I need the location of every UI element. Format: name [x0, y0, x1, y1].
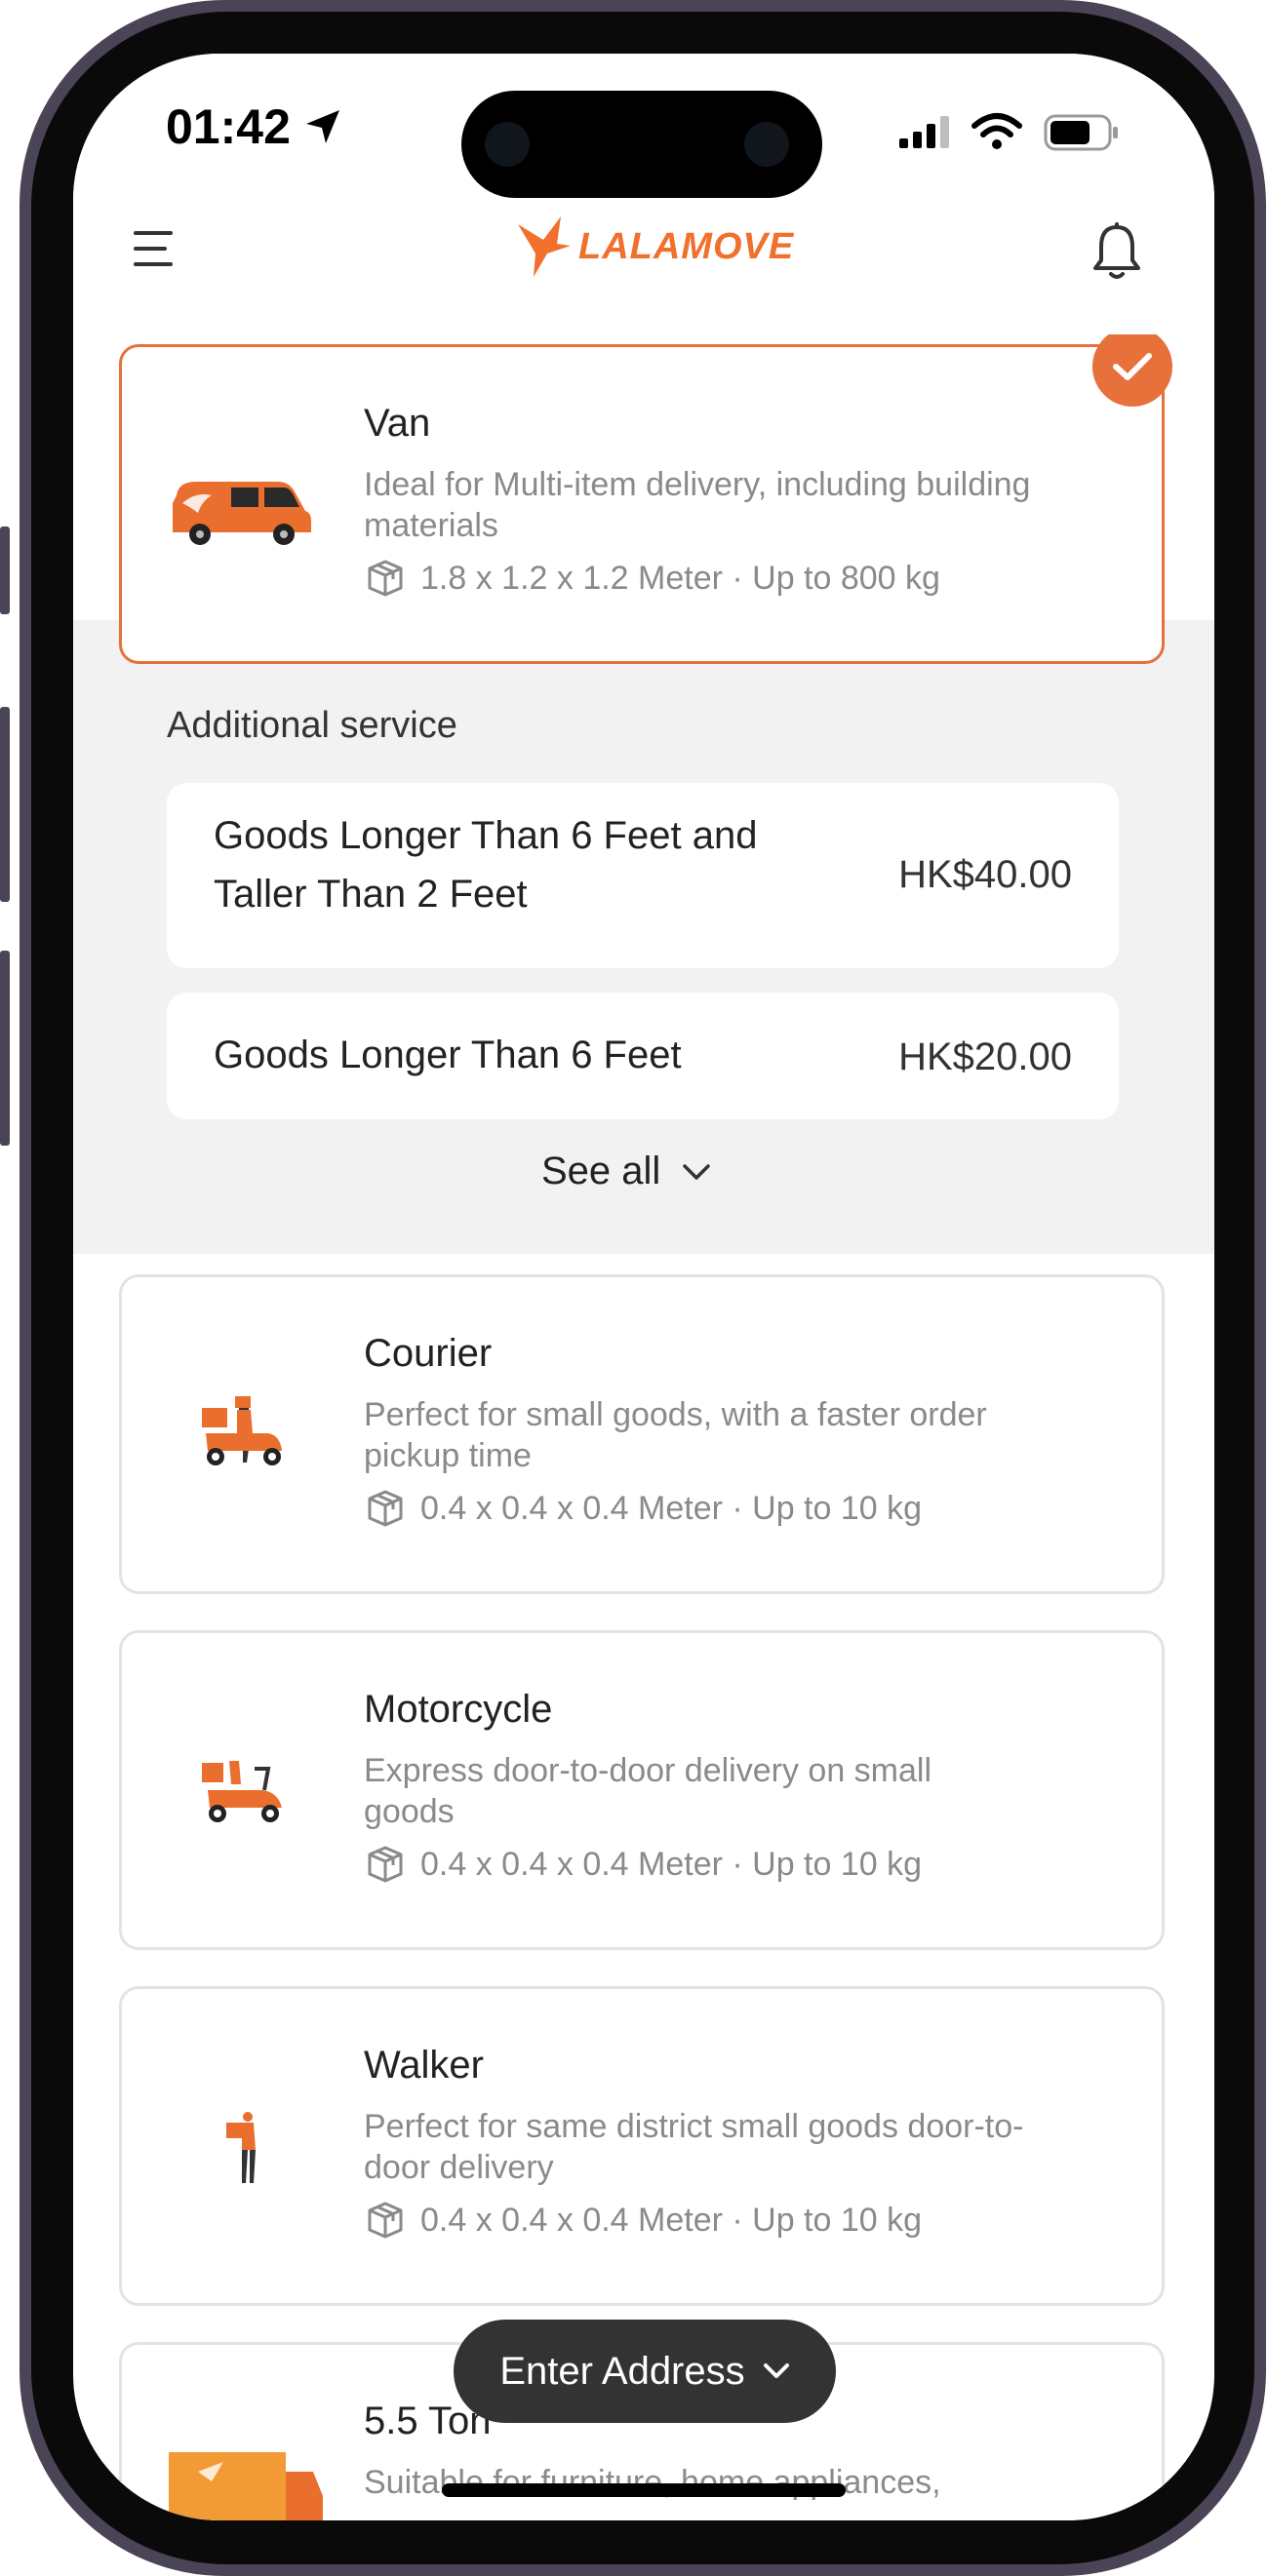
- home-indicator: [442, 2483, 846, 2497]
- dynamic-island: [461, 91, 822, 198]
- side-button: [0, 527, 10, 614]
- vehicle-card-courier[interactable]: Courier Perfect for small goods, with a …: [119, 1274, 1165, 1594]
- box-icon: [368, 1846, 403, 1883]
- service-price: HK$40.00: [898, 853, 1072, 896]
- motorcycle-icon: [202, 1761, 282, 1822]
- vehicle-spec: 0.4 x 0.4 x 0.4 Meter · Up to 10 kg: [364, 2201, 922, 2240]
- chevron-down-icon: [683, 1163, 711, 1180]
- vehicle-description: Perfect for small goods, with a faster o…: [364, 1396, 987, 1474]
- box-icon: [368, 1490, 403, 1527]
- selected-check-icon: [1092, 327, 1172, 407]
- location-arrow-icon: [305, 110, 339, 143]
- van-icon: [173, 482, 311, 545]
- service-item[interactable]: Goods Longer Than 6 Feet HK$20.00: [167, 993, 1119, 1119]
- box-icon: [368, 560, 403, 597]
- vehicle-card-walker[interactable]: Walker Perfect for same district small g…: [119, 1986, 1165, 2306]
- enter-address-button[interactable]: Enter Address: [454, 2320, 836, 2423]
- vehicle-description: Ideal for Multi-item delivery, including…: [364, 466, 1031, 544]
- truck-icon: [169, 2452, 323, 2520]
- wifi-icon: [971, 113, 1022, 149]
- lalamove-logo: LALAMOVE: [514, 215, 794, 279]
- side-button: [0, 951, 10, 1146]
- box-icon: [368, 2202, 403, 2239]
- service-price: HK$20.00: [898, 1035, 1072, 1078]
- clock: 01:42: [166, 99, 291, 154]
- vehicle-spec: 0.4 x 0.4 x 0.4 Meter · Up to 10 kg: [364, 1489, 922, 1528]
- vehicle-description: Express door-to-door delivery on small g…: [364, 1752, 932, 1830]
- service-name: Goods Longer Than 6 Feet: [214, 1034, 682, 1076]
- vehicle-title: Motorcycle: [364, 1688, 553, 1731]
- battery-icon: [1044, 114, 1118, 151]
- vehicle-title: Walker: [364, 2044, 484, 2087]
- bell-icon[interactable]: [1090, 221, 1144, 282]
- vehicle-spec-text: 1.8 x 1.2 x 1.2 Meter · Up to 800 kg: [420, 559, 940, 597]
- vehicle-spec-text: 0.4 x 0.4 x 0.4 Meter · Up to 10 kg: [420, 1489, 923, 1527]
- vehicle-spec-text: 0.4 x 0.4 x 0.4 Meter · Up to 10 kg: [420, 1845, 923, 1883]
- side-button: [1256, 785, 1266, 1077]
- service-name: Goods Longer Than 6 Feet and Taller Than…: [214, 814, 758, 916]
- enter-address-label: Enter Address: [499, 2349, 745, 2393]
- menu-icon[interactable]: [132, 227, 177, 270]
- vehicle-card-motorcycle[interactable]: Motorcycle Express door-to-door delivery…: [119, 1630, 1165, 1950]
- walker-icon: [226, 2112, 256, 2183]
- service-item[interactable]: Goods Longer Than 6 Feet and Taller Than…: [167, 783, 1119, 968]
- logo-text: LALAMOVE: [578, 225, 795, 267]
- vehicle-card-van[interactable]: Van Ideal for Multi-item delivery, inclu…: [119, 344, 1165, 664]
- vehicle-title: Courier: [364, 1332, 493, 1375]
- vehicle-spec: 1.8 x 1.2 x 1.2 Meter · Up to 800 kg: [364, 559, 940, 598]
- courier-icon: [202, 1396, 282, 1465]
- vehicle-spec-text: 0.4 x 0.4 x 0.4 Meter · Up to 10 kg: [420, 2201, 923, 2239]
- sensor-icon: [744, 122, 789, 167]
- chevron-down-icon: [763, 2363, 789, 2378]
- additional-service-heading: Additional service: [167, 705, 457, 746]
- vehicle-title: Van: [364, 402, 431, 445]
- cellular-signal-icon: [899, 116, 949, 148]
- bird-logo-icon: [518, 216, 571, 277]
- see-all-button[interactable]: See all: [541, 1150, 711, 1193]
- camera-icon: [485, 122, 530, 167]
- screen: Additional service Goods Longer Than 6 F…: [73, 54, 1214, 2520]
- status-time: 01:42: [166, 98, 343, 155]
- side-button: [0, 707, 10, 902]
- vehicle-description: Perfect for same district small goods do…: [364, 2108, 1024, 2186]
- see-all-label: See all: [541, 1150, 661, 1192]
- vehicle-spec: 0.4 x 0.4 x 0.4 Meter · Up to 10 kg: [364, 1845, 922, 1884]
